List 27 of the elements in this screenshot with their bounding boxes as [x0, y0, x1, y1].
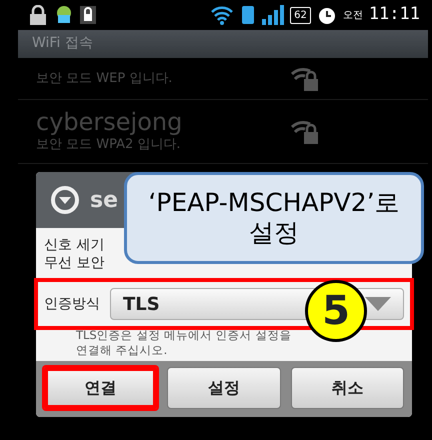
field-label: 신호 세기 [43, 236, 106, 254]
dialog-button[interactable]: 연결 [44, 367, 158, 410]
clock: 11:11 [368, 3, 420, 26]
dialog-button[interactable]: 취소 [290, 367, 404, 410]
dropdown-arrow-icon [365, 297, 391, 312]
hint-text: 연결해 주십시오. [76, 342, 168, 358]
security-text: 보안 모드 WEP 입니다. [36, 70, 174, 88]
network-name: cybersejong [36, 108, 184, 135]
callout-note: ‘PEAP-MSCHAPV2’로 설정 [124, 172, 424, 264]
field-label: 인증방식 [44, 294, 100, 314]
dialog-title: se [90, 186, 118, 214]
alarm-clock-icon [316, 5, 337, 25]
lock-icon [80, 6, 96, 24]
wifi-icon [210, 5, 234, 25]
field-label: 무선 보안 [43, 254, 106, 272]
lock-icon [28, 5, 48, 25]
chevron-circle-icon [50, 185, 80, 215]
screen-title: WiFi 접속 [32, 35, 93, 51]
wifi-lock-icon [290, 118, 320, 144]
battery-level: 62 [290, 6, 311, 24]
security-text: 보안 모드 WPA2 입니다. [36, 136, 182, 154]
signal-icon [262, 5, 284, 25]
hint-text: TLS인증은 설정 메뉴에서 인증서 설정을 [76, 328, 292, 343]
phone-icon [240, 5, 256, 25]
am-pm: 오전 [342, 8, 363, 22]
dialog-button[interactable]: 설정 [167, 367, 281, 410]
wifi-lock-icon [290, 66, 320, 92]
